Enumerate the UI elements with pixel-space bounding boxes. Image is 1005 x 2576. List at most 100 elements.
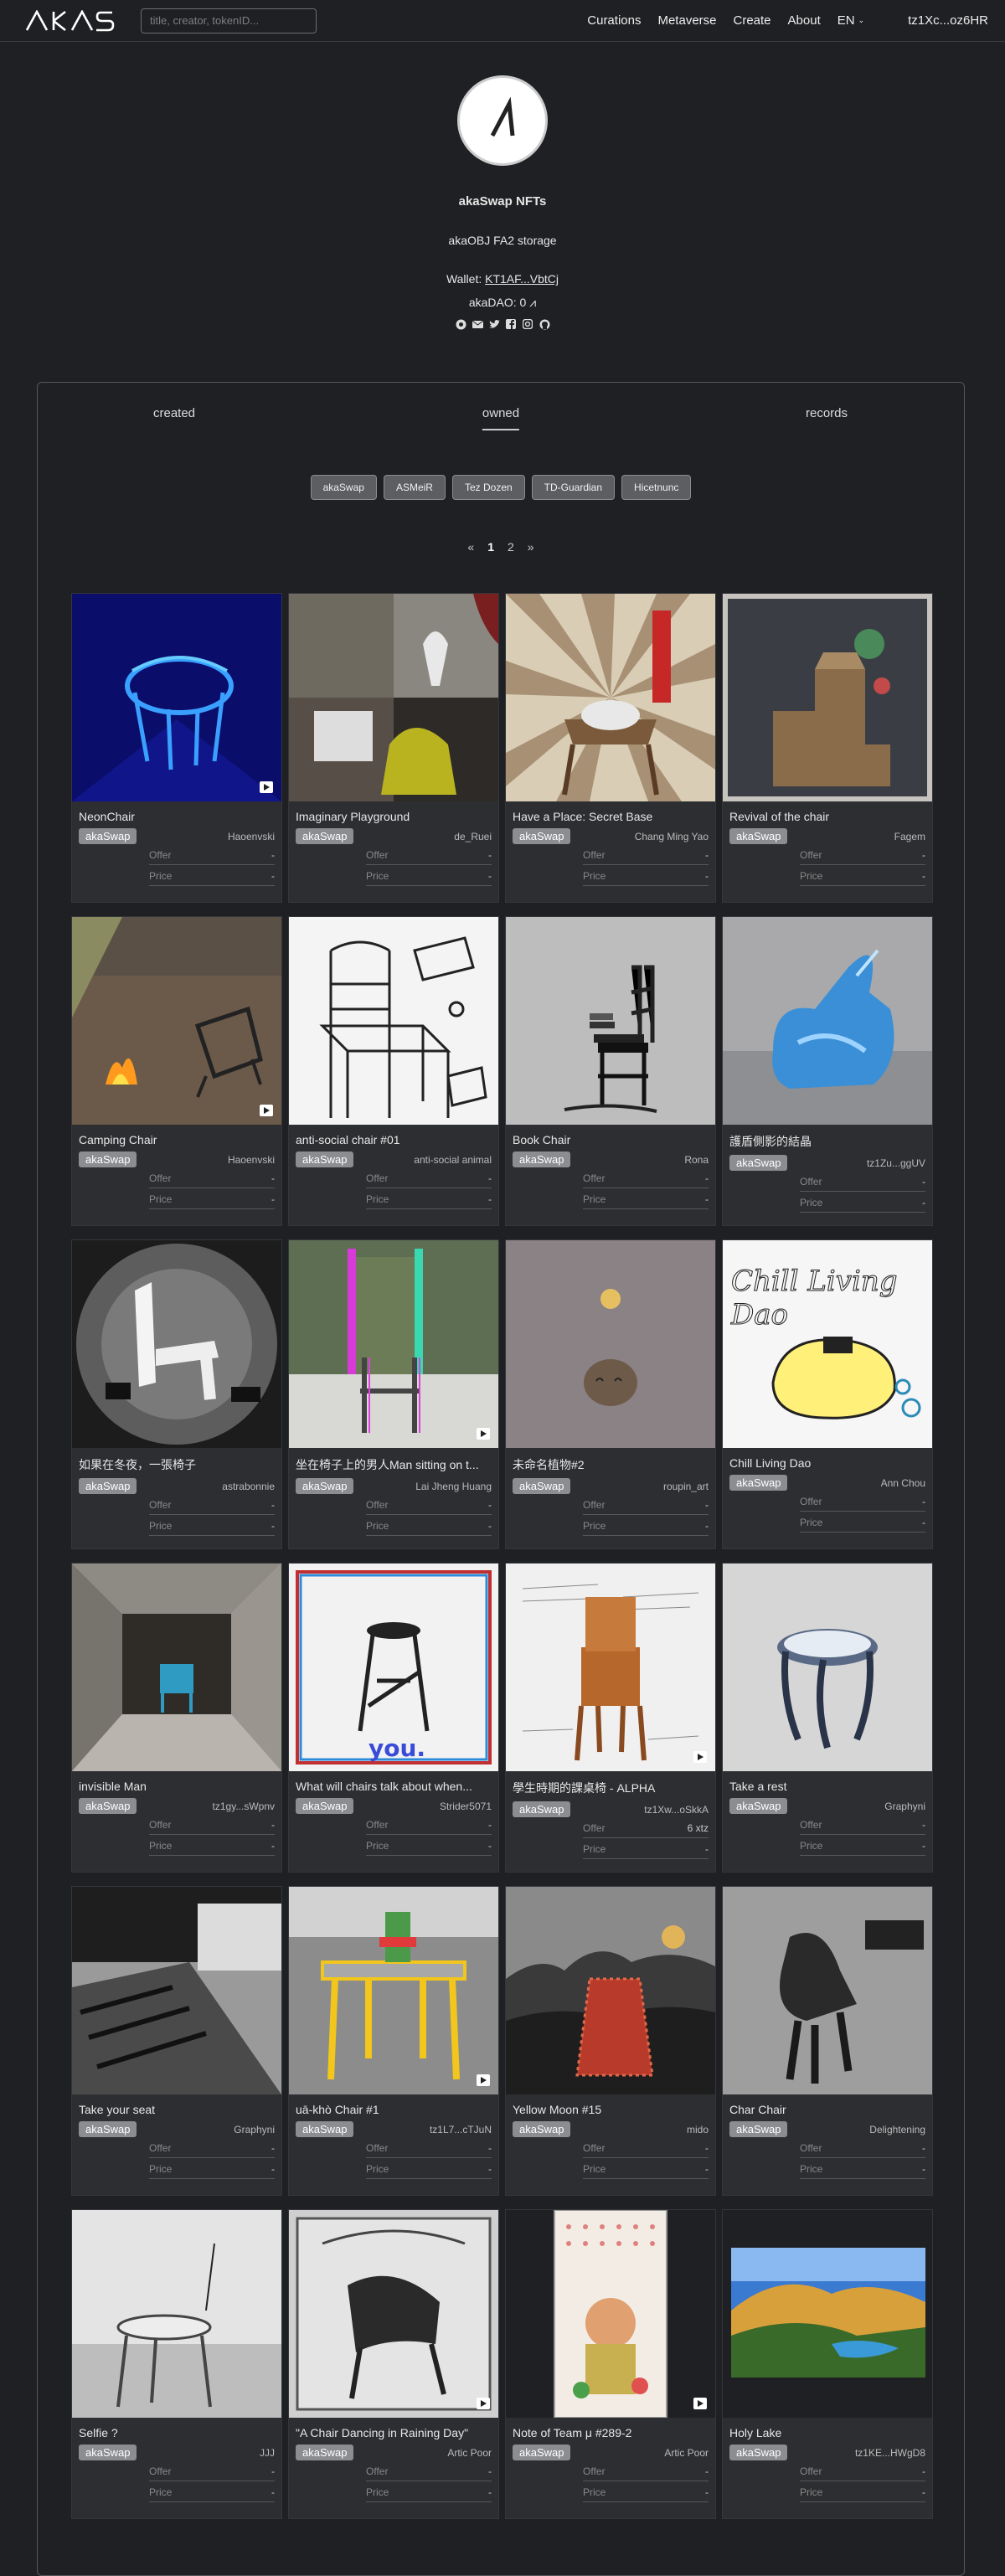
nft-title[interactable]: Take your seat — [72, 2094, 281, 2116]
nft-card[interactable]: 護盾側影的結晶 akaSwap tz1Zu...ggUV Offer - Price - — [723, 917, 932, 1225]
creator-name[interactable]: Chang Ming Yao — [635, 831, 709, 842]
nft-thumbnail[interactable] — [289, 917, 498, 1125]
nft-thumbnail[interactable] — [506, 1240, 715, 1448]
creator-name[interactable]: Haoenvski — [228, 1154, 275, 1166]
nft-thumbnail[interactable] — [723, 917, 932, 1125]
nav-curations[interactable]: Curations — [587, 13, 641, 28]
creator-name[interactable]: roupin_art — [663, 1481, 709, 1492]
nft-title[interactable]: Book Chair — [506, 1125, 715, 1146]
nft-thumbnail[interactable] — [723, 1564, 932, 1771]
nft-title[interactable]: Chill Living Dao — [723, 1448, 932, 1470]
nft-thumbnail[interactable]: Chill Living Dao — [723, 1240, 932, 1448]
github-icon[interactable] — [539, 318, 550, 330]
nft-title[interactable]: anti-social chair #01 — [289, 1125, 498, 1146]
akaswap-logo[interactable] — [25, 8, 117, 33]
nft-thumbnail[interactable] — [289, 1240, 498, 1448]
nft-title[interactable]: uā-khò Chair #1 — [289, 2094, 498, 2116]
wallet-link[interactable]: KT1AF...VbtCj — [485, 272, 559, 286]
creator-name[interactable]: mido — [687, 2124, 709, 2136]
page-next-button[interactable]: » — [528, 540, 534, 554]
tab-owned[interactable]: owned — [482, 406, 520, 430]
twitter-icon[interactable] — [488, 318, 500, 330]
nft-thumbnail[interactable] — [723, 2210, 932, 2418]
page-1-button[interactable]: 1 — [487, 540, 494, 554]
creator-name[interactable]: tz1Xw...oSkkA — [644, 1804, 709, 1816]
creator-name[interactable]: tz1KE...HWgD8 — [855, 2447, 925, 2459]
creator-name[interactable]: Delightening — [869, 2124, 925, 2136]
mail-icon[interactable] — [472, 318, 483, 330]
creator-name[interactable]: Fagem — [894, 831, 925, 842]
nft-title[interactable]: Char Chair — [723, 2094, 932, 2116]
nft-thumbnail[interactable] — [506, 1564, 715, 1771]
website-icon[interactable] — [455, 318, 466, 330]
filter-asmeir[interactable]: ASMeiR — [383, 475, 446, 500]
creator-name[interactable]: anti-social animal — [414, 1154, 492, 1166]
nft-thumbnail[interactable] — [723, 1887, 932, 2094]
creator-name[interactable]: Graphyni — [884, 1801, 925, 1812]
creator-name[interactable]: Rona — [684, 1154, 709, 1166]
nft-card[interactable]: NeonChair akaSwap Haoenvski Offer - Price - — [72, 594, 281, 902]
nav-create[interactable]: Create — [734, 13, 771, 28]
nft-card[interactable]: 未命名植物#2 akaSwap roupin_art Offer - Price - — [506, 1240, 715, 1548]
nft-card[interactable]: uā-khò Chair #1 akaSwap tz1L7...cTJuN Offer… — [289, 1887, 498, 2195]
language-select[interactable]: EN ⌄ — [838, 13, 864, 28]
nft-thumbnail[interactable] — [506, 2210, 715, 2418]
nft-card[interactable]: 坐在椅子上的男人Man sitting on t... akaSwap Lai Jh… — [289, 1240, 498, 1548]
tab-records[interactable]: records — [806, 406, 848, 420]
creator-name[interactable]: JJJ — [260, 2447, 275, 2459]
search-input[interactable] — [141, 8, 317, 33]
nft-thumbnail[interactable]: you. — [289, 1564, 498, 1771]
creator-name[interactable]: Strider5071 — [440, 1801, 492, 1812]
moon-icon[interactable] — [881, 13, 891, 28]
nft-card[interactable]: Book Chair akaSwap Rona Offer - Price - — [506, 917, 715, 1225]
nft-card[interactable]: Selfie ? akaSwap JJJ Offer - Price - — [72, 2210, 281, 2518]
creator-name[interactable]: Ann Chou — [881, 1477, 925, 1489]
nft-title[interactable]: 護盾側影的結晶 — [723, 1125, 932, 1150]
nft-thumbnail[interactable] — [723, 594, 932, 801]
nft-title[interactable]: Holy Lake — [723, 2418, 932, 2439]
nft-thumbnail[interactable] — [506, 594, 715, 801]
nft-card[interactable]: Camping Chair akaSwap Haoenvski Offer - Price… — [72, 917, 281, 1225]
creator-name[interactable]: de_Ruei — [454, 831, 492, 842]
nft-card[interactable]: Have a Place: Secret Base akaSwap Chang Mi… — [506, 594, 715, 902]
nft-title[interactable]: Camping Chair — [72, 1125, 281, 1146]
creator-name[interactable]: astrabonnie — [222, 1481, 275, 1492]
nft-card[interactable]: Char Chair akaSwap Delightening Offer - Price… — [723, 1887, 932, 2195]
nav-metaverse[interactable]: Metaverse — [657, 13, 716, 28]
nft-thumbnail[interactable] — [289, 1887, 498, 2094]
nft-thumbnail[interactable] — [506, 1887, 715, 2094]
nft-thumbnail[interactable] — [289, 2210, 498, 2418]
nft-title[interactable]: Note of Team μ #289-2 — [506, 2418, 715, 2439]
page-prev-button[interactable]: « — [467, 540, 474, 554]
nft-card[interactable]: Take a rest akaSwap Graphyni Offer - Price - — [723, 1564, 932, 1872]
tab-created[interactable]: created — [153, 406, 195, 420]
nft-title[interactable]: Have a Place: Secret Base — [506, 801, 715, 823]
nft-title[interactable]: 學生時期的課桌椅 - ALPHA — [506, 1771, 715, 1796]
nft-title[interactable]: 坐在椅子上的男人Man sitting on t... — [289, 1448, 498, 1473]
nft-card[interactable]: Imaginary Playground akaSwap de_Ruei Offer -… — [289, 594, 498, 902]
nft-card[interactable]: anti-social chair #01 akaSwap anti-social … — [289, 917, 498, 1225]
nft-title[interactable]: Yellow Moon #15 — [506, 2094, 715, 2116]
nft-title[interactable]: 未命名植物#2 — [506, 1448, 715, 1473]
creator-name[interactable]: Lai Jheng Huang — [415, 1481, 492, 1492]
nft-card[interactable]: Holy Lake akaSwap tz1KE...HWgD8 Offer - Price… — [723, 2210, 932, 2518]
nft-thumbnail[interactable] — [72, 917, 281, 1125]
filter-hicetnunc[interactable]: Hicetnunc — [621, 475, 692, 500]
nft-title[interactable]: NeonChair — [72, 801, 281, 823]
filter-tez-dozen[interactable]: Tez Dozen — [451, 475, 525, 500]
nft-thumbnail[interactable] — [72, 1240, 281, 1448]
nft-thumbnail[interactable] — [72, 2210, 281, 2418]
filter-akaswap[interactable]: akaSwap — [310, 475, 377, 500]
creator-name[interactable]: Graphyni — [234, 2124, 275, 2136]
nft-card[interactable]: Revival of the chair akaSwap Fagem Offer - Pr… — [723, 594, 932, 902]
nft-card[interactable]: Chill Living Dao Chill Living Dao akaSwap An… — [723, 1240, 932, 1548]
nft-card[interactable]: "A Chair Dancing in Raining Day" akaSwap A… — [289, 2210, 498, 2518]
nft-title[interactable]: Take a rest — [723, 1771, 932, 1793]
nft-thumbnail[interactable] — [72, 1887, 281, 2094]
nft-thumbnail[interactable] — [289, 594, 498, 801]
nft-thumbnail[interactable] — [506, 917, 715, 1125]
nft-title[interactable]: Imaginary Playground — [289, 801, 498, 823]
creator-name[interactable]: tz1Zu...ggUV — [867, 1157, 925, 1169]
nft-card[interactable]: 如果在冬夜，一張椅子 akaSwap astrabonnie Offer - Price - — [72, 1240, 281, 1548]
nft-title[interactable]: invisible Man — [72, 1771, 281, 1793]
